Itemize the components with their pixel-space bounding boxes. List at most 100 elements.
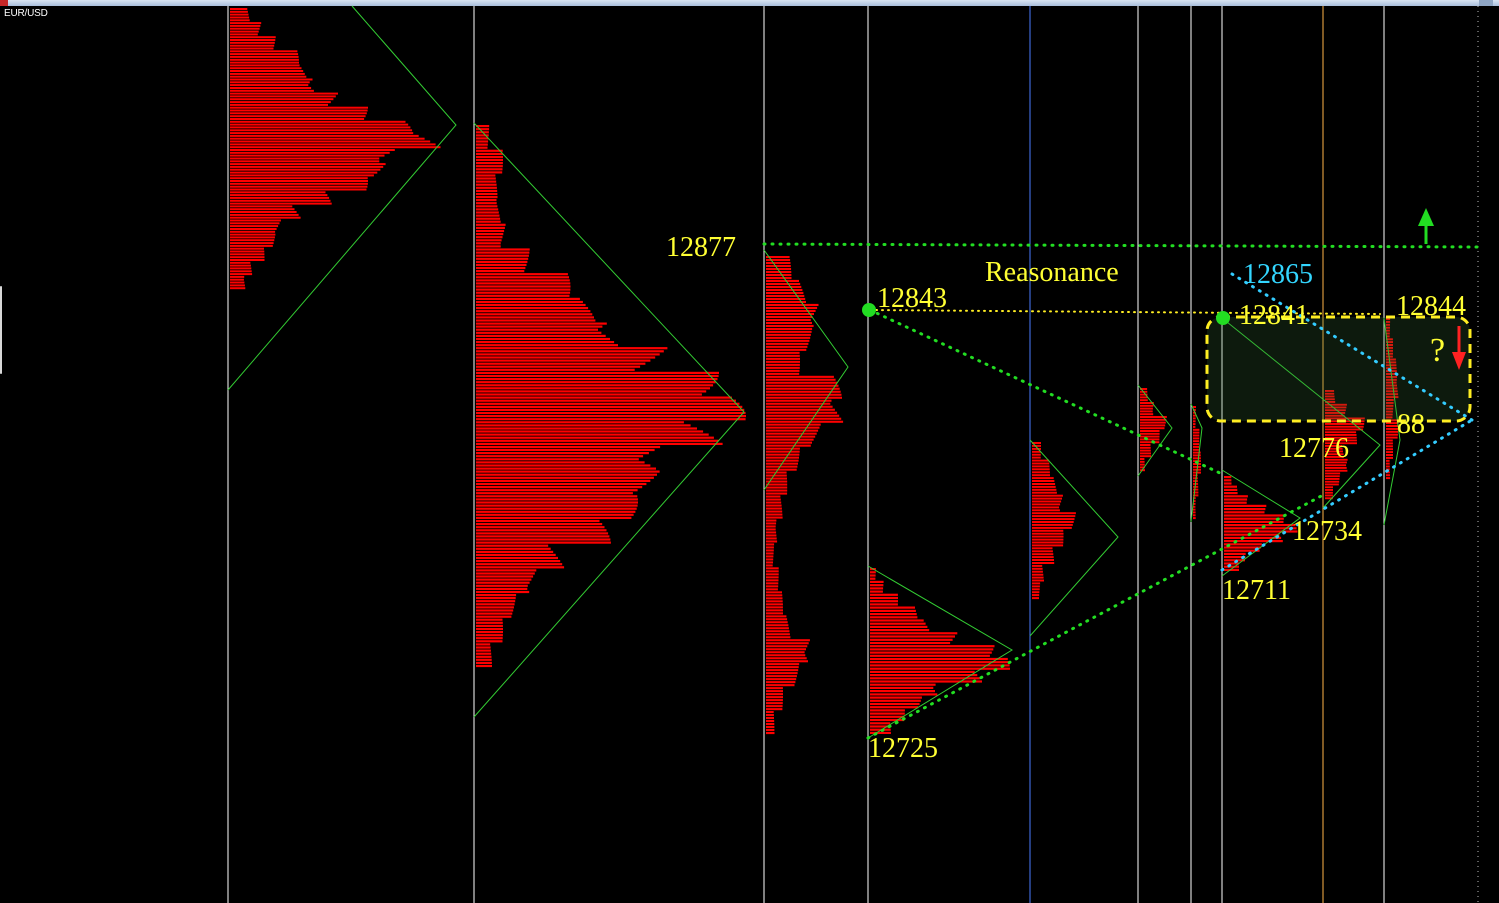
- profile-row: [766, 351, 800, 354]
- profile-row: [476, 526, 605, 529]
- profile-row: [1032, 456, 1041, 459]
- profile-row: [1386, 445, 1393, 448]
- pivot-dot-12843: [862, 303, 876, 317]
- profile-row: [1193, 508, 1196, 511]
- profile-row: [766, 303, 819, 306]
- profile-row: [1224, 533, 1280, 536]
- profile-row: [476, 199, 497, 202]
- profile-row: [766, 672, 798, 675]
- profile-row: [230, 106, 368, 109]
- profile-row: [476, 507, 637, 510]
- profile-row: [766, 330, 812, 333]
- profile-row: [230, 247, 264, 250]
- profile-row: [476, 461, 645, 464]
- profile-row: [1032, 526, 1072, 529]
- profile-row: [766, 369, 800, 372]
- profile-row: [476, 276, 569, 279]
- profile-row: [230, 270, 252, 273]
- label-12776: 12776: [1279, 433, 1349, 464]
- profile-row: [476, 211, 499, 214]
- profile-row: [766, 687, 783, 690]
- profile-row: [476, 495, 638, 498]
- profile-row: [1032, 553, 1054, 556]
- profile-row: [1386, 448, 1393, 451]
- profile-row: [476, 226, 505, 229]
- profile-row: [1140, 458, 1145, 460]
- profile-row: [766, 262, 791, 265]
- profile-row: [476, 390, 707, 393]
- profile-row: [766, 381, 838, 384]
- profile-row: [230, 89, 314, 92]
- profile-row: [766, 423, 821, 426]
- profile-row: [476, 458, 639, 461]
- profile-row: [766, 681, 796, 684]
- profile-row: [766, 639, 810, 642]
- profile-row: [476, 387, 710, 390]
- profile-row: [476, 282, 571, 285]
- profile-row: [476, 319, 596, 322]
- profile-row: [766, 675, 797, 678]
- profile-row: [766, 354, 800, 357]
- profile-row: [766, 453, 800, 456]
- profile-row: [230, 16, 250, 19]
- profile-row: [766, 447, 800, 450]
- profile-row: [766, 318, 811, 321]
- profile-row: [230, 228, 277, 230]
- profile-row: [230, 115, 366, 118]
- profile-row: [1140, 444, 1151, 446]
- profile-row: [1032, 468, 1050, 471]
- profile-row: [476, 513, 634, 516]
- profile-row: [230, 157, 380, 160]
- profile-row: [230, 140, 431, 143]
- profile-row: [476, 640, 503, 643]
- profile-row: [476, 341, 615, 344]
- profile-row: [230, 27, 260, 30]
- profile-row: [230, 275, 245, 278]
- label-reasonance: Reasonance: [985, 257, 1119, 288]
- profile-row: [1140, 455, 1152, 458]
- profile-row: [476, 464, 651, 467]
- profile-row: [766, 573, 779, 576]
- profile-row: [476, 165, 503, 168]
- profile-row: [230, 53, 299, 56]
- profile-row: [476, 452, 649, 455]
- profile-row: [476, 251, 530, 254]
- profile-row: [766, 717, 774, 720]
- profile-row: [230, 33, 258, 36]
- profile-row: [870, 577, 876, 580]
- profile-row: [230, 273, 253, 276]
- profile-row: [476, 492, 633, 495]
- profile-row: [476, 439, 719, 442]
- profile-row: [476, 325, 603, 328]
- profile-row: [476, 501, 638, 504]
- profile-row: [766, 585, 779, 588]
- profile-row: [476, 374, 719, 378]
- profile-row: [766, 468, 797, 471]
- profile-row: [766, 378, 836, 381]
- profile-row: [230, 222, 280, 225]
- profile-row: [766, 324, 814, 327]
- profile-row: [476, 510, 636, 513]
- profile-row: [476, 257, 529, 260]
- profile-row: [230, 177, 368, 180]
- profile-row: [1386, 462, 1390, 465]
- profile-row: [766, 259, 791, 262]
- profile-row: [766, 603, 783, 606]
- profile-row: [476, 572, 535, 575]
- profile-row: [766, 609, 783, 612]
- profile-row: [476, 541, 611, 544]
- profile-row: [766, 342, 809, 345]
- profile-row: [766, 489, 788, 492]
- profile-row: [766, 399, 832, 402]
- profile-row: [230, 264, 251, 267]
- profile-row: [476, 553, 556, 556]
- profile-row: [766, 501, 782, 504]
- profile-row: [1032, 515, 1076, 518]
- profile-row: [230, 8, 248, 10]
- profile-row: [766, 384, 839, 387]
- profile-row: [870, 622, 926, 625]
- profile-row: [766, 552, 774, 555]
- profile-row: [1032, 512, 1076, 515]
- profile-row: [1032, 538, 1064, 541]
- profile-row: [476, 128, 490, 131]
